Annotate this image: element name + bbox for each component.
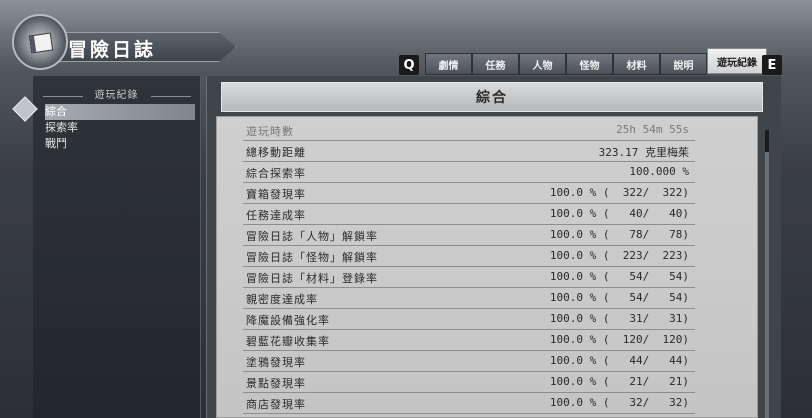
table-row: 塗鴉發現率 100.0 % ( 44/ 44) [243,350,695,372]
row-value: 100.0 % ( 40/ 40) [549,207,689,220]
table-row: 降魔設備強化率 100.0 % ( 31/ 31) [243,308,695,330]
row-label: 綜合探索率 [246,167,306,180]
table-row: 景點發現率 100.0 % ( 21/ 21) [243,371,695,393]
sidebar: 遊玩紀錄 綜合 探索率 戰鬥 [33,76,201,418]
prev-tab-key-q[interactable]: Q [399,55,419,75]
sidebar-item-overview[interactable]: 綜合 [45,104,195,120]
book-icon [28,32,54,54]
table-row: 冒險日誌「材料」登錄率 100.0 % ( 54/ 54) [243,266,695,288]
row-value: 100.000 % [629,165,689,178]
table-row: 綜合探索率 100.000 % [243,161,695,183]
table-row: 任務達成率 100.0 % ( 40/ 40) [243,203,695,225]
sidebar-item-exploration[interactable]: 探索率 [45,120,195,136]
row-label: 商店發現率 [246,398,306,411]
table-row: 寶箱發現率 100.0 % ( 322/ 322) [243,182,695,204]
row-value: 323.17 克里梅茱 [598,146,689,159]
row-label: 遊玩時數 [246,125,294,138]
row-label: 任務達成率 [246,209,306,222]
row-label: 冒險日誌「人物」解鎖率 [246,230,378,243]
tab-monsters[interactable]: 怪物 [566,53,613,75]
row-value: 100.0 % ( 21/ 21) [549,375,689,388]
tab-help[interactable]: 說明 [660,53,707,75]
scrollbar-thumb[interactable] [765,130,769,152]
row-value: 100.0 % ( 54/ 54) [549,270,689,283]
page-title: 冒險日誌 [68,39,157,61]
row-label: 碧藍花瓣收集率 [246,335,330,348]
heading-divider-right [151,96,191,97]
row-value: 100.0 % ( 322/ 322) [549,186,689,199]
tab-story[interactable]: 劇情 [425,53,472,75]
table-row: 親密度達成率 100.0 % ( 54/ 54) [243,287,695,309]
row-value: 100.0 % ( 120/ 120) [549,333,689,346]
next-tab-key-e[interactable]: E [762,55,782,75]
stats-list[interactable]: 遊玩時數 25h 54m 55s 總移動距離 323.17 克里梅茱 綜合探索率… [216,116,758,418]
row-value: 25h 54m 55s [616,123,689,136]
table-row: 冒險日誌「人物」解鎖率 100.0 % ( 78/ 78) [243,224,695,246]
tab-play-records[interactable]: 遊玩紀錄 [707,48,767,74]
row-value: 100.0 % ( 31/ 31) [549,312,689,325]
row-label: 冒險日誌「怪物」解鎖率 [246,251,378,264]
row-label: 景點發現率 [246,377,306,390]
tab-quests[interactable]: 任務 [472,53,519,75]
row-label: 降魔設備強化率 [246,314,330,327]
row-value: 100.0 % ( 44/ 44) [549,354,689,367]
row-value: 100.0 % ( 32/ 32) [549,396,689,409]
row-value: 100.0 % ( 223/ 223) [549,249,689,262]
table-row: 冒險日誌「怪物」解鎖率 100.0 % ( 223/ 223) [243,245,695,267]
table-row: 碧藍花瓣收集率 100.0 % ( 120/ 120) [243,329,695,351]
scrollbar-track[interactable] [765,130,769,418]
row-label: 冒險日誌「材料」登錄率 [246,272,378,285]
row-value: 100.0 % ( 78/ 78) [549,228,689,241]
section-title: 綜合 [221,82,763,112]
tab-bar: 劇情 任務 人物 怪物 材料 說明 遊玩紀錄 [425,48,767,75]
row-label: 總移動距離 [246,146,306,159]
sidebar-item-battle[interactable]: 戰鬥 [45,136,195,152]
table-row: 遊玩時數 25h 54m 55s [243,119,695,141]
table-row: 總移動距離 323.17 克里梅茱 [243,140,695,162]
row-label: 寶箱發現率 [246,188,306,201]
row-label: 塗鴉發現率 [246,356,306,369]
tab-characters[interactable]: 人物 [519,53,566,75]
table-row: 商店發現率 100.0 % ( 32/ 32) [243,392,695,414]
tab-materials[interactable]: 材料 [613,53,660,75]
sidebar-heading: 遊玩紀錄 [94,90,139,101]
row-value: 100.0 % ( 54/ 54) [549,291,689,304]
row-label: 親密度達成率 [246,293,318,306]
